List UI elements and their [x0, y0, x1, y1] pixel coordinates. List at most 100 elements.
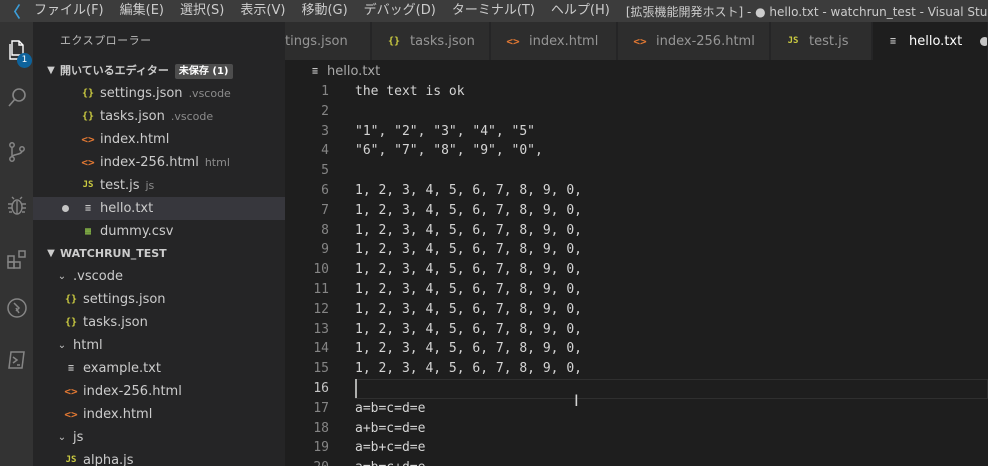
code-line[interactable]: 1 the text is ok: [285, 82, 988, 102]
json-file-icon: {}: [64, 294, 78, 305]
file-item[interactable]: {} settings.json: [33, 288, 285, 311]
line-text: "1", "2", "3", "4", "5": [355, 123, 536, 139]
tab-hello-txt[interactable]: ≡ hello.txt: [873, 22, 988, 60]
open-editor-item[interactable]: <> index-256.html html: [33, 151, 285, 174]
code-line[interactable]: 13 1, 2, 3, 4, 5, 6, 7, 8, 9, 0,: [285, 320, 988, 340]
csv-file-icon: ▦: [84, 226, 92, 237]
activity-bar: 1: [0, 22, 33, 466]
tab-tasks-json[interactable]: {} tasks.json: [372, 22, 490, 60]
code-line[interactable]: 10 1, 2, 3, 4, 5, 6, 7, 8, 9, 0,: [285, 260, 988, 280]
open-editor-item[interactable]: {} settings.json .vscode: [33, 82, 285, 105]
code-line[interactable]: 6 1, 2, 3, 4, 5, 6, 7, 8, 9, 0,: [285, 181, 988, 201]
code-line-current[interactable]: 16: [285, 379, 988, 399]
line-text: 1, 2, 3, 4, 5, 6, 7, 8, 9, 0,: [355, 202, 582, 218]
tab-index-html[interactable]: <> index.html: [491, 22, 617, 60]
file-label: example.txt: [83, 361, 161, 376]
tab-test-js[interactable]: JS test.js: [771, 22, 872, 60]
html-file-icon: <>: [81, 133, 95, 146]
code-line[interactable]: 17 a=b=c=d=e: [285, 399, 988, 419]
line-number: 19: [313, 440, 329, 456]
open-editor-item[interactable]: <> index.html: [33, 128, 285, 151]
js-file-icon: JS: [787, 36, 799, 46]
title-bar: 〈 ファイル(F) 編集(E) 選択(S) 表示(V) 移動(G) デバッグ(D…: [0, 0, 988, 22]
folder-item[interactable]: ⌄ js: [33, 426, 285, 449]
unsaved-dot-icon[interactable]: [62, 205, 69, 212]
code-line[interactable]: 5: [285, 161, 988, 181]
open-editor-folder-hint: .vscode: [170, 110, 214, 123]
menu-view[interactable]: 表示(V): [232, 0, 293, 22]
menu-selection[interactable]: 選択(S): [172, 0, 232, 22]
line-text: a=b=c=d=e: [355, 400, 426, 416]
code-line[interactable]: 12 1, 2, 3, 4, 5, 6, 7, 8, 9, 0,: [285, 300, 988, 320]
code-line[interactable]: 9 1, 2, 3, 4, 5, 6, 7, 8, 9, 0,: [285, 240, 988, 260]
open-editors-header[interactable]: ▼ 開いているエディター 未保存 (1): [33, 60, 285, 82]
folder-label: html: [73, 338, 103, 353]
workspace-header[interactable]: ▼ WATCHRUN_TEST: [33, 243, 285, 265]
debug-icon[interactable]: [0, 186, 33, 226]
code-line[interactable]: 8 1, 2, 3, 4, 5, 6, 7, 8, 9, 0,: [285, 221, 988, 241]
remote-icon[interactable]: [0, 288, 33, 328]
file-item[interactable]: <> index-256.html: [33, 380, 285, 403]
line-text: 1, 2, 3, 4, 5, 6, 7, 8, 9, 0,: [355, 321, 582, 337]
editor-tabs: tings.json {} tasks.json <> index.html <…: [285, 22, 988, 60]
code-line[interactable]: 15 1, 2, 3, 4, 5, 6, 7, 8, 9, 0,: [285, 359, 988, 379]
code-line[interactable]: 7 1, 2, 3, 4, 5, 6, 7, 8, 9, 0,: [285, 201, 988, 221]
file-item[interactable]: JS alpha.js: [33, 449, 285, 466]
code-line[interactable]: 19 a=b+c=d=e: [285, 438, 988, 458]
breadcrumb[interactable]: ≡ hello.txt: [285, 60, 988, 82]
tab-settings-json[interactable]: tings.json: [285, 22, 371, 60]
open-editor-folder-hint: js: [145, 179, 155, 192]
code-line[interactable]: 20 a=b=c+d=e: [285, 458, 988, 466]
file-label: settings.json: [83, 292, 166, 307]
open-editor-folder-hint: html: [204, 156, 230, 169]
open-editor-label: settings.json: [100, 86, 183, 101]
line-number: 3: [321, 123, 329, 139]
open-editor-item[interactable]: ▦ dummy.csv: [33, 220, 285, 243]
extensions-icon[interactable]: [0, 240, 33, 280]
code-line[interactable]: 14 1, 2, 3, 4, 5, 6, 7, 8, 9, 0,: [285, 339, 988, 359]
source-control-icon[interactable]: [0, 132, 33, 172]
files-icon[interactable]: 1: [0, 30, 33, 70]
terminal-icon[interactable]: [0, 340, 33, 380]
text-file-icon: ≡: [311, 65, 319, 77]
line-number: 5: [321, 163, 329, 179]
tab-label: tasks.json: [410, 33, 475, 49]
unsaved-dot-icon[interactable]: [980, 36, 987, 46]
line-text: 1, 2, 3, 4, 5, 6, 7, 8, 9, 0,: [355, 341, 582, 357]
menu-edit[interactable]: 編集(E): [112, 0, 172, 22]
code-line[interactable]: 2: [285, 102, 988, 122]
menu-terminal[interactable]: ターミナル(T): [444, 0, 543, 22]
search-icon[interactable]: [0, 78, 33, 118]
folder-item[interactable]: ⌄ html: [33, 334, 285, 357]
code-line[interactable]: 4 "6", "7", "8", "9", "0",: [285, 141, 988, 161]
menu-go[interactable]: 移動(G): [293, 0, 355, 22]
file-item[interactable]: <> index.html: [33, 403, 285, 426]
file-item[interactable]: ≡ example.txt: [33, 357, 285, 380]
menu-help[interactable]: ヘルプ(H): [543, 0, 618, 22]
open-editors-label: 開いているエディター: [60, 64, 169, 77]
line-number: 15: [313, 361, 329, 377]
menu-file[interactable]: ファイル(F): [26, 0, 112, 22]
file-item[interactable]: {} tasks.json: [33, 311, 285, 334]
code-editor[interactable]: 1 the text is ok 2 3 "1", "2", "3", "4", "5"…: [285, 82, 988, 466]
open-editor-item-active[interactable]: ≡ hello.txt: [33, 197, 285, 220]
chevron-down-icon: ⌄: [57, 432, 67, 443]
menu-debug[interactable]: デバッグ(D): [356, 0, 444, 22]
tab-label: hello.txt: [909, 33, 963, 49]
code-line[interactable]: 3 "1", "2", "3", "4", "5": [285, 122, 988, 142]
line-text: a+b=c=d=e: [355, 420, 426, 436]
open-editor-item[interactable]: {} tasks.json .vscode: [33, 105, 285, 128]
tab-index-256-html[interactable]: <> index-256.html: [618, 22, 770, 60]
folder-item[interactable]: ⌄ .vscode: [33, 265, 285, 288]
html-file-icon: <>: [633, 34, 647, 48]
folder-label: .vscode: [73, 269, 123, 284]
file-label: alpha.js: [83, 453, 134, 466]
html-file-icon: <>: [64, 385, 78, 398]
chevron-down-icon: ▼: [47, 65, 55, 76]
text-file-icon: ≡: [84, 203, 92, 214]
line-number: 2: [321, 103, 329, 119]
code-line[interactable]: 11 1, 2, 3, 4, 5, 6, 7, 8, 9, 0,: [285, 280, 988, 300]
open-editor-item[interactable]: JS test.js js: [33, 174, 285, 197]
chevron-down-icon: ⌄: [57, 271, 67, 282]
code-line[interactable]: 18 a+b=c=d=e: [285, 419, 988, 439]
